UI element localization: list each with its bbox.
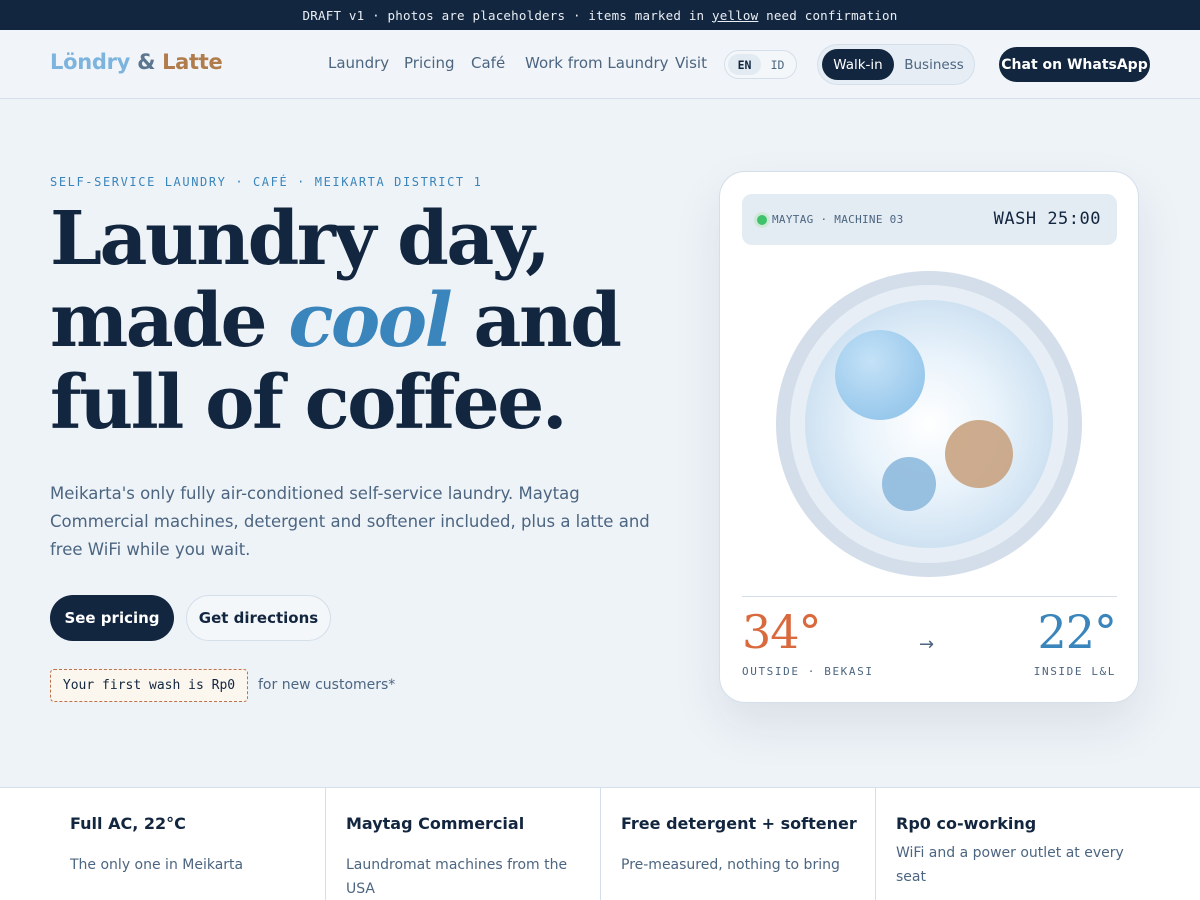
brand-ampersand: &	[137, 50, 156, 74]
outside-temperature: 34°	[742, 605, 822, 659]
headline-line-2-b: and	[450, 278, 622, 364]
feature-description: WiFi and a power outlet at every seat	[896, 845, 1124, 885]
draft-banner-highlight: yellow	[712, 7, 759, 23]
machine-status-bar: MAYTAG · MACHINE 03 WASH 25:00	[742, 194, 1117, 245]
brand-name-b: Latte	[162, 50, 223, 74]
nav-link-laundry[interactable]: Laundry	[328, 54, 389, 72]
feature-item: Free detergent + softener Pre-measured, …	[601, 788, 876, 900]
card-divider	[742, 596, 1117, 597]
draft-banner: DRAFT v1 · photos are placeholders · ite…	[0, 0, 1200, 30]
chat-whatsapp-button[interactable]: Chat on WhatsApp	[999, 47, 1150, 82]
hero-eyebrow: SELF-SERVICE LAUNDRY · CAFÉ · MEIKARTA D…	[50, 175, 483, 189]
draft-banner-suffix: need confirmation	[758, 7, 898, 23]
feature-title: Maytag Commercial	[346, 814, 525, 833]
feature-item: Full AC, 22°C The only one in Meikarta	[50, 788, 326, 900]
hero-headline: Laundry day, made cool and full of coffe…	[50, 198, 690, 444]
customer-mode-toggle: Walk-in Business	[817, 44, 975, 85]
wash-timer: WASH 25:00	[993, 209, 1101, 229]
draft-banner-prefix: DRAFT v1 · photos are placeholders · ite…	[302, 7, 713, 23]
see-pricing-button[interactable]: See pricing	[50, 595, 174, 641]
feature-item: Rp0 co-working WiFi and a power outlet a…	[876, 788, 1150, 900]
brand-logo[interactable]: Löndry & Latte	[50, 50, 223, 74]
top-nav: Löndry & Latte Laundry Pricing Café Work…	[0, 30, 1200, 99]
feature-description: The only one in Meikarta	[70, 857, 244, 873]
mode-walk-in-button[interactable]: Walk-in	[822, 49, 894, 80]
feature-title: Rp0 co-working	[896, 814, 1037, 833]
nav-link-work-from-laundry[interactable]: Work from Laundry	[525, 54, 669, 72]
nav-link-pricing[interactable]: Pricing	[404, 54, 455, 72]
status-dot-icon	[757, 215, 767, 225]
feature-title: Full AC, 22°C	[70, 814, 186, 833]
headline-line-1: Laundry day,	[50, 196, 551, 282]
laundry-item-blue	[882, 457, 936, 511]
headline-line-3: full of coffee.	[50, 360, 568, 446]
mode-business-button[interactable]: Business	[898, 49, 970, 80]
language-id-button[interactable]: ID	[761, 54, 794, 75]
hero-description: Meikarta's only fully air-conditioned se…	[50, 484, 650, 559]
washing-drum-illustration	[776, 271, 1082, 577]
inside-temperature: 22°	[1037, 605, 1117, 659]
nav-link-visit[interactable]: Visit	[675, 54, 707, 72]
headline-line-2-a: made	[50, 278, 289, 364]
feature-item: Maytag Commercial Laundromat machines fr…	[326, 788, 601, 900]
drum-glass	[805, 300, 1053, 548]
promo-badge: Your first wash is Rp0	[50, 669, 248, 702]
promo-note: for new customers*	[258, 677, 396, 693]
arrow-right-icon: →	[919, 634, 935, 655]
feature-strip: Full AC, 22°C The only one in Meikarta M…	[0, 787, 1200, 900]
get-directions-button[interactable]: Get directions	[186, 595, 331, 641]
feature-title: Free detergent + softener	[621, 814, 857, 833]
outside-label: OUTSIDE · BEKASI	[742, 665, 874, 678]
nav-link-cafe[interactable]: Café	[471, 54, 505, 72]
machine-status-card: MAYTAG · MACHINE 03 WASH 25:00 34° → 22°…	[719, 171, 1139, 703]
machine-name: MAYTAG · MACHINE 03	[772, 213, 904, 226]
headline-emphasis: cool	[288, 278, 452, 364]
inside-label: INSIDE L&L	[1033, 665, 1116, 678]
laundry-item-light-blue	[835, 330, 925, 420]
laundry-item-tan	[945, 420, 1013, 488]
brand-name-a: Löndry	[50, 50, 131, 74]
feature-description: Laundromat machines from the USA	[346, 857, 568, 897]
feature-description: Pre-measured, nothing to bring	[621, 857, 840, 873]
language-en-button[interactable]: EN	[728, 54, 761, 75]
language-switcher: EN ID	[724, 50, 797, 79]
